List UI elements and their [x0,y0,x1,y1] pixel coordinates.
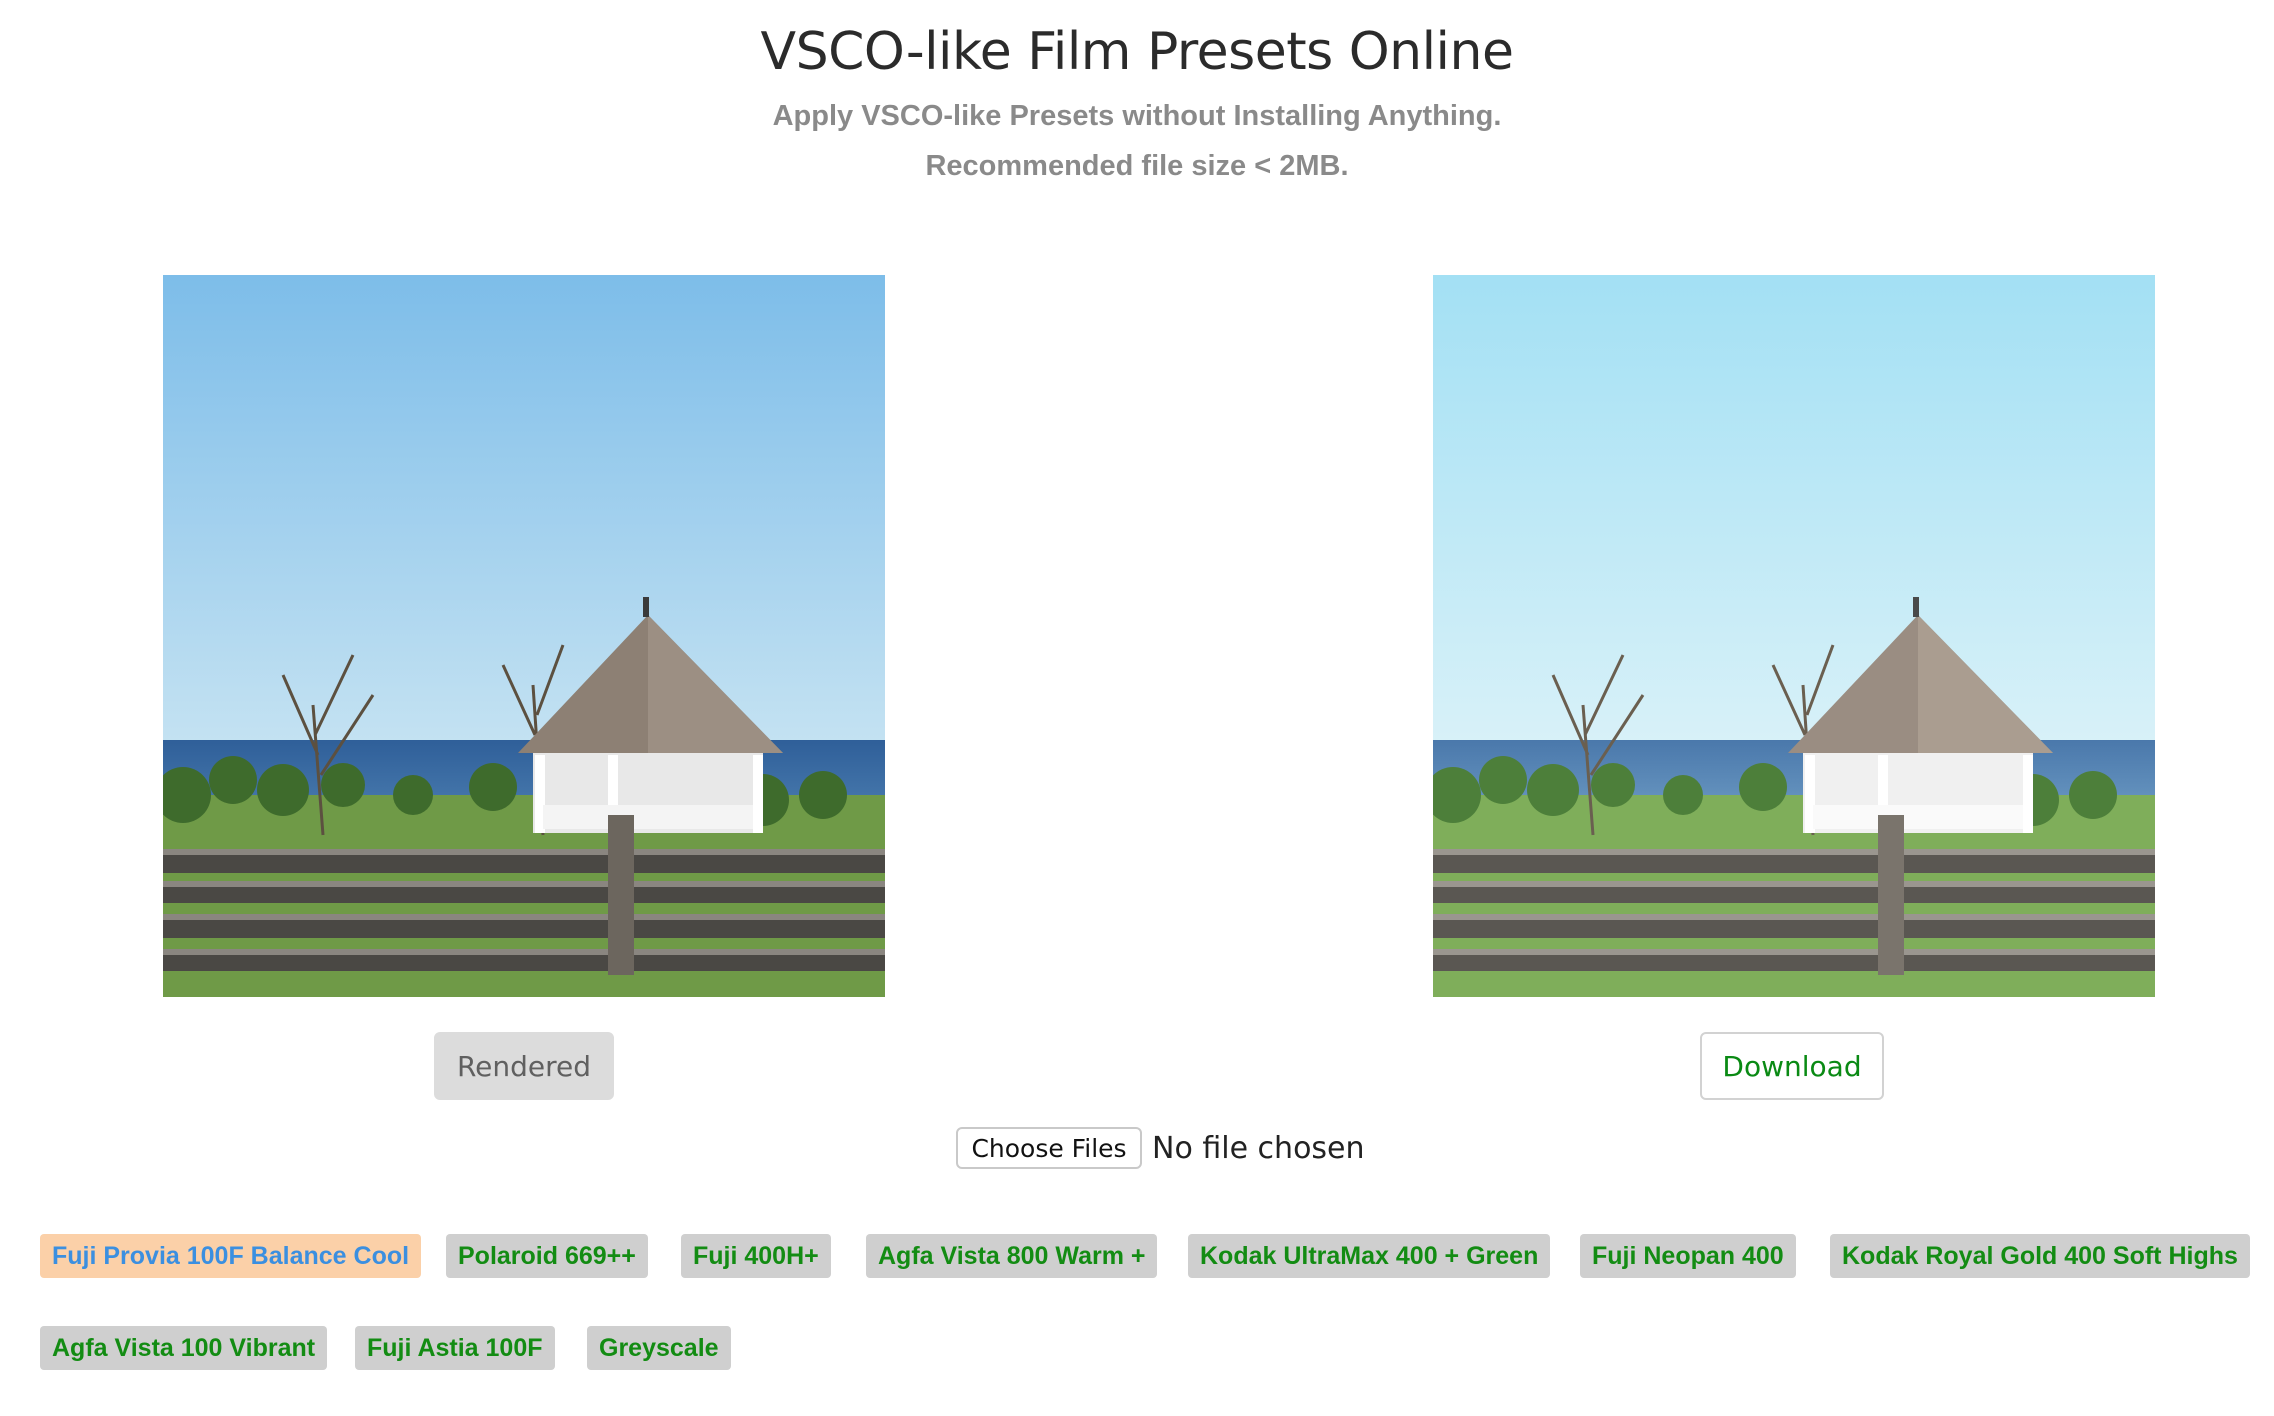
download-button[interactable]: Download [1700,1032,1884,1100]
page-title: VSCO-like Film Presets Online [760,22,1514,82]
file-size-note: Recommended file size < 2MB. [925,150,1349,182]
preset-button[interactable]: Agfa Vista 800 Warm + [866,1234,1158,1278]
page-subtitle: Apply VSCO-like Presets without Installi… [772,100,1502,132]
rendered-button[interactable]: Rendered [434,1032,614,1100]
preset-button[interactable]: Fuji Provia 100F Balance Cool [40,1234,422,1278]
filtered-photo [1433,275,2155,997]
preset-button[interactable]: Greyscale [587,1326,731,1370]
choose-files-button[interactable]: Choose Files [956,1127,1142,1169]
preset-button[interactable]: Polaroid 669++ [446,1234,648,1278]
preset-button[interactable]: Kodak UltraMax 400 + Green [1188,1234,1551,1278]
preset-button[interactable]: Fuji Neopan 400 [1580,1234,1796,1278]
file-input[interactable]: Choose Files No file chosen [956,1126,1365,1170]
preset-button[interactable]: Kodak Royal Gold 400 Soft Highs [1830,1234,2250,1278]
file-status: No file chosen [1152,1130,1365,1166]
preset-button[interactable]: Fuji Astia 100F [355,1326,555,1370]
original-photo [163,275,885,997]
preset-button[interactable]: Fuji 400H+ [681,1234,831,1278]
preset-button[interactable]: Agfa Vista 100 Vibrant [40,1326,328,1370]
